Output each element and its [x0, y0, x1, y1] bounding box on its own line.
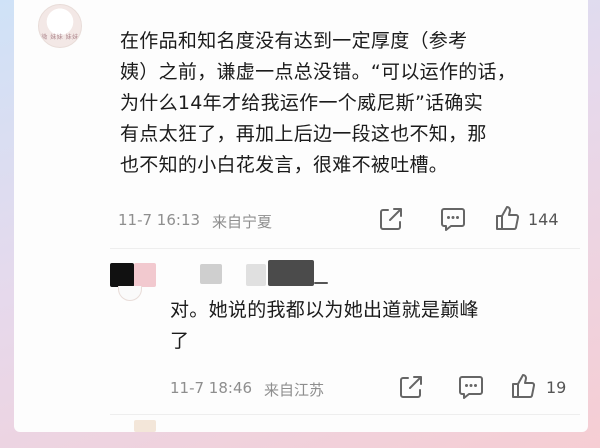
blurred-username [314, 282, 328, 284]
share-icon[interactable] [378, 206, 404, 232]
avatar[interactable]: 微 妹妹 妹妹 [38, 4, 82, 48]
comment-location: 来自宁夏 [212, 213, 273, 231]
comment-line: 有点太狂了，再加上后边一段这也不知，那 [120, 123, 487, 145]
blurred-username [268, 260, 314, 286]
share-icon[interactable] [398, 374, 424, 400]
reply-line: 对。她说的我都以为她出道就是巅峰 [170, 299, 479, 321]
comment-line: 为什么14年才给我运作一个威尼斯”话确实 [120, 92, 484, 114]
comment-body: 在作品和知名度没有达到一定厚度（参考 姨）之前，谦虚一点总没错。“可以运作的话，… [120, 26, 580, 181]
comment-line: 在作品和知名度没有达到一定厚度（参考 [120, 30, 468, 52]
like-count: 144 [528, 210, 559, 229]
comment-line: 也不知的小白花发言，很难不被吐槽。 [120, 154, 449, 176]
divider [110, 248, 580, 249]
comment-line: 姨）之前，谦虚一点总没错。“可以运作的话， [120, 61, 517, 83]
reply-body: 对。她说的我都以为她出道就是巅峰 了 [170, 295, 570, 357]
blurred-username [134, 263, 156, 287]
reply-avatar[interactable] [118, 286, 142, 301]
blurred-username [110, 263, 134, 287]
comment-card: 微 妹妹 妹妹 在作品和知名度没有达到一定厚度（参考 姨）之前，谦虚一点总没错。… [14, 0, 588, 432]
divider [110, 414, 580, 415]
comment-icon[interactable] [440, 206, 466, 232]
avatar-tag: 微 妹妹 妹妹 [41, 34, 79, 41]
blurred-username [200, 264, 222, 284]
like-icon[interactable] [510, 372, 538, 400]
like-icon[interactable] [494, 204, 522, 232]
like-count: 19 [546, 378, 567, 397]
next-avatar-peek [134, 420, 156, 432]
reply-date: 11-7 18:46 [170, 379, 253, 397]
reply-line: 了 [170, 330, 190, 352]
comment-date: 11-7 16:13 [118, 211, 201, 229]
comment-icon[interactable] [458, 374, 484, 400]
reply-location: 来自江苏 [264, 381, 325, 399]
blurred-username [246, 264, 266, 286]
